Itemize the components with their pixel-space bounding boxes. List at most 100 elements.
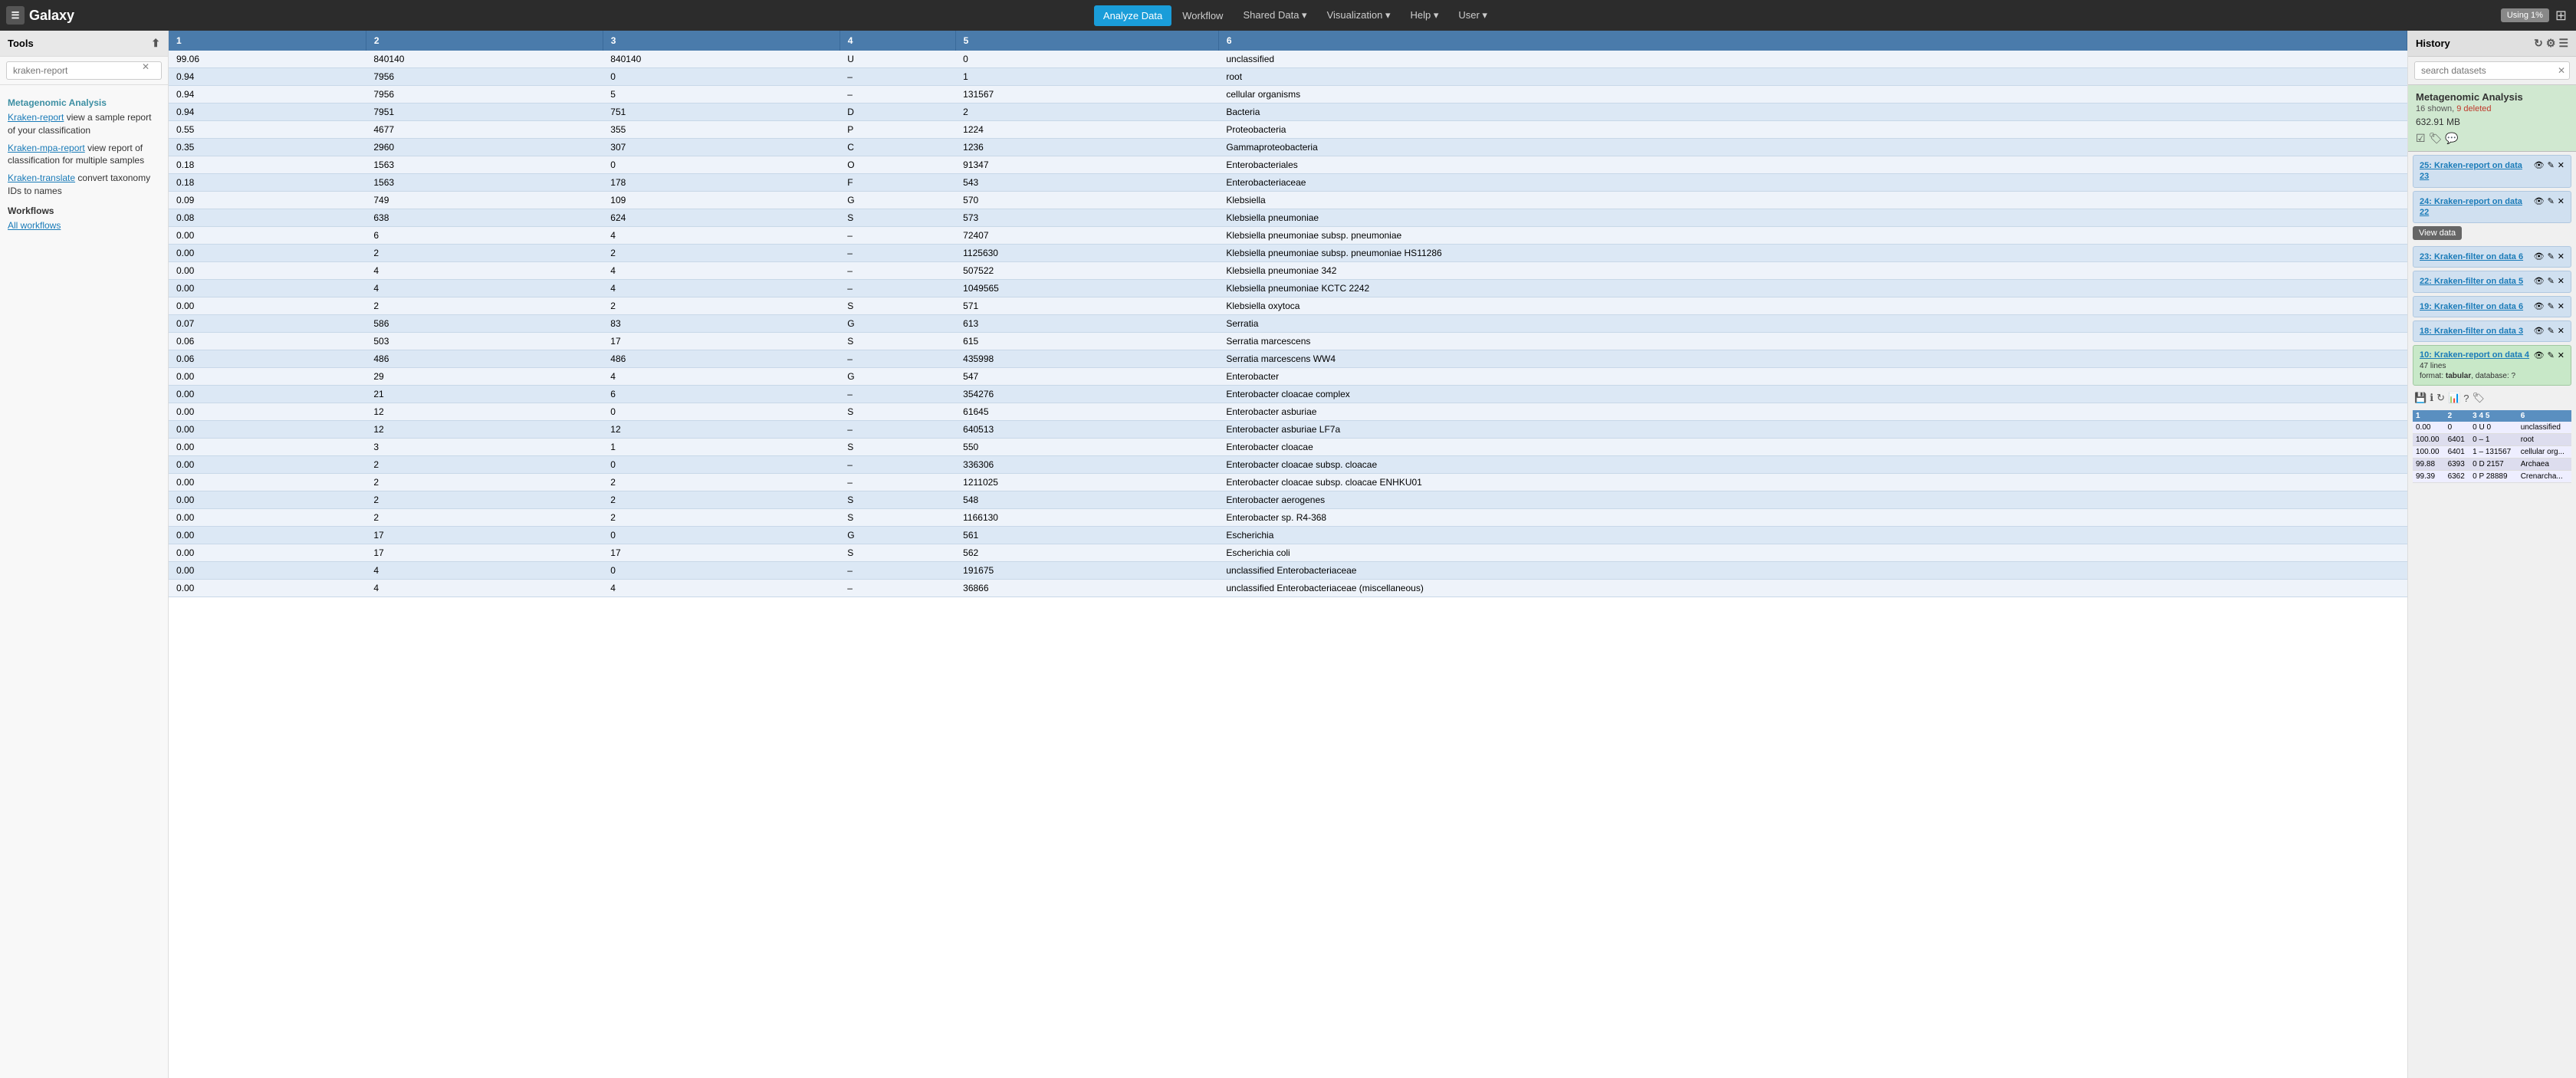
history-size: 632.91 MB (2416, 117, 2568, 127)
nav-item-shared-data[interactable]: Shared Data ▾ (1234, 5, 1316, 26)
hist-delete-icon-23[interactable]: ✕ (2558, 251, 2564, 261)
history-tag-icon[interactable]: 🏷 (2429, 132, 2443, 145)
table-cell-26-1: 2 (366, 509, 603, 527)
hist-delete-icon-25[interactable]: ✕ (2558, 160, 2564, 170)
table-row[interactable]: 0.08638624S573Klebsiella pneumoniae (169, 209, 2407, 227)
hist-title-25[interactable]: 25: Kraken-report on data 23 (2420, 161, 2522, 181)
hist-eye-icon-22[interactable]: 👁 (2534, 276, 2545, 286)
history-items: 👁 ✎ ✕ 25: Kraken-report on data 23 👁 ✎ ✕… (2408, 152, 2576, 486)
hist-mini-table: 123 4 560.0000 U 0unclassified100.006401… (2413, 410, 2571, 483)
kraken-mpa-report-link[interactable]: Kraken-mpa-report (8, 143, 85, 153)
table-row[interactable]: 0.0022–1125630Klebsiella pneumoniae subs… (169, 245, 2407, 262)
table-row[interactable]: 0.0022–1211025Enterobacter cloacae subsp… (169, 474, 2407, 491)
hist-eye-icon-24[interactable]: 👁 (2534, 196, 2545, 206)
table-row[interactable]: 0.9479565–131567cellular organisms (169, 86, 2407, 104)
table-row[interactable]: 0.0064–72407Klebsiella pneumoniae subsp.… (169, 227, 2407, 245)
table-row[interactable]: 0.352960307C1236Gammaproteobacteria (169, 139, 2407, 156)
hist-eye-icon-19[interactable]: 👁 (2534, 301, 2545, 311)
table-row[interactable]: 0.001212–640513Enterobacter asburiae LF7… (169, 421, 2407, 439)
tools-search-input[interactable] (6, 61, 162, 80)
table-row[interactable]: 0.0022S548Enterobacter aerogenes (169, 491, 2407, 509)
table-row[interactable]: 0.947951751D2Bacteria (169, 104, 2407, 121)
table-row[interactable]: 0.0044–1049565Klebsiella pneumoniae KCTC… (169, 280, 2407, 297)
hist-edit-icon-19[interactable]: ✎ (2548, 301, 2555, 311)
history-settings-icon[interactable]: ⚙ (2546, 37, 2556, 50)
table-row[interactable]: 0.06486486–435998Serratia marcescens WW4 (169, 350, 2407, 368)
table-cell-4-1: 4677 (366, 121, 603, 139)
table-row[interactable]: 99.06840140840140U0unclassified (169, 51, 2407, 68)
hist-eye-icon-18[interactable]: 👁 (2534, 326, 2545, 336)
hist-delete-icon-24[interactable]: ✕ (2558, 196, 2564, 206)
hist-title-24[interactable]: 24: Kraken-report on data 22 (2420, 197, 2522, 217)
hist-action-icon-10-1[interactable]: ℹ (2430, 392, 2433, 404)
hist-eye-icon-25[interactable]: 👁 (2534, 160, 2545, 170)
nav-item-analyze-data[interactable]: Analyze Data (1094, 5, 1171, 26)
nav-item-visualization[interactable]: Visualization ▾ (1318, 5, 1400, 26)
search-clear-icon[interactable]: ✕ (142, 61, 150, 72)
history-columns-icon[interactable]: ☰ (2558, 37, 2568, 50)
nav-item-workflow[interactable]: Workflow (1173, 5, 1232, 26)
nav-right: Using 1% ⊞ (2501, 5, 2570, 27)
hist-delete-icon-19[interactable]: ✕ (2558, 301, 2564, 311)
nav-item-user[interactable]: User ▾ (1449, 5, 1497, 26)
table-row[interactable]: 0.001717S562Escherichia coli (169, 544, 2407, 562)
hist-edit-icon-10[interactable]: ✎ (2548, 350, 2555, 360)
hist-action-icon-10-2[interactable]: ↻ (2436, 392, 2445, 404)
history-deleted-link[interactable]: 9 deleted (2456, 104, 2491, 113)
apps-icon[interactable]: ⊞ (2552, 5, 2570, 27)
table-row[interactable]: 0.181563178F543Enterobacteriaceae (169, 174, 2407, 192)
all-workflows-link[interactable]: All workflows (8, 220, 61, 231)
hist-action-icon-10-4[interactable]: ? (2463, 393, 2469, 404)
hist-title-23[interactable]: 23: Kraken-filter on data 6 (2420, 252, 2523, 261)
table-row[interactable]: 0.554677355P1224Proteobacteria (169, 121, 2407, 139)
table-row[interactable]: 0.00120S61645Enterobacter asburiae (169, 403, 2407, 421)
table-row[interactable]: 0.0022S1166130Enterobacter sp. R4-368 (169, 509, 2407, 527)
table-row[interactable]: 0.00216–354276Enterobacter cloacae compl… (169, 386, 2407, 403)
hist-title-18[interactable]: 18: Kraken-filter on data 3 (2420, 327, 2523, 336)
hist-action-icon-10-0[interactable]: 💾 (2414, 392, 2426, 404)
table-row[interactable]: 0.09749109G570Klebsiella (169, 192, 2407, 209)
table-row[interactable]: 0.9479560–1root (169, 68, 2407, 86)
nav-item-help[interactable]: Help ▾ (1401, 5, 1447, 26)
table-row[interactable]: 0.00170G561Escherichia (169, 527, 2407, 544)
table-cell-27-5: Escherichia (1218, 527, 2407, 544)
hist-tag-icon-10[interactable]: 🏷 (2472, 392, 2485, 404)
hist-eye-icon-10[interactable]: 👁 (2534, 350, 2545, 360)
hist-edit-icon-23[interactable]: ✎ (2548, 251, 2555, 261)
hist-title-10[interactable]: 10: Kraken-report on data 4 (2420, 350, 2529, 360)
hist-title-19[interactable]: 19: Kraken-filter on data 6 (2420, 302, 2523, 311)
kraken-translate-link[interactable]: Kraken-translate (8, 173, 75, 183)
table-row[interactable]: 0.0758683G613Serratia (169, 315, 2407, 333)
table-cell-9-4: 573 (955, 209, 1218, 227)
hist-delete-icon-18[interactable]: ✕ (2558, 326, 2564, 336)
kraken-report-link[interactable]: Kraken-report (8, 112, 64, 123)
hist-title-22[interactable]: 22: Kraken-filter on data 5 (2420, 277, 2523, 286)
table-row[interactable]: 0.0040–191675unclassified Enterobacteria… (169, 562, 2407, 580)
table-row[interactable]: 0.0020–336306Enterobacter cloacae subsp.… (169, 456, 2407, 474)
brand-logo[interactable]: ☰ Galaxy (6, 6, 74, 25)
history-refresh-icon[interactable]: ↻ (2534, 37, 2543, 50)
history-checkbox-icon[interactable]: ☑ (2416, 132, 2426, 145)
hist-delete-icon-22[interactable]: ✕ (2558, 276, 2564, 286)
hist-eye-icon-23[interactable]: 👁 (2534, 251, 2545, 261)
table-row[interactable]: 0.0031S550Enterobacter cloacae (169, 439, 2407, 456)
hist-edit-icon-25[interactable]: ✎ (2548, 160, 2555, 170)
table-row[interactable]: 0.0650317S615Serratia marcescens (169, 333, 2407, 350)
hist-edit-icon-24[interactable]: ✎ (2548, 196, 2555, 206)
table-row[interactable]: 0.0044–507522Klebsiella pneumoniae 342 (169, 262, 2407, 280)
table-row[interactable]: 0.00294G547Enterobacter (169, 368, 2407, 386)
hist-edit-icon-22[interactable]: ✎ (2548, 276, 2555, 286)
history-search-clear-icon[interactable]: ✕ (2558, 65, 2565, 76)
mini-col-1: 1 (2413, 410, 2445, 422)
table-row[interactable]: 0.0022S571Klebsiella oxytoca (169, 297, 2407, 315)
hist-delete-icon-10[interactable]: ✕ (2558, 350, 2564, 360)
upload-icon[interactable]: ⬆ (151, 37, 160, 50)
history-comment-icon[interactable]: 💬 (2445, 132, 2458, 145)
table-row[interactable]: 0.1815630O91347Enterobacteriales (169, 156, 2407, 174)
hist-action-icon-10-3[interactable]: 📊 (2448, 392, 2460, 404)
table-cell-27-1: 17 (366, 527, 603, 544)
hist-actions-18: 👁 ✎ ✕ (2534, 326, 2564, 336)
history-search-input[interactable] (2414, 61, 2570, 80)
hist-edit-icon-18[interactable]: ✎ (2548, 326, 2555, 336)
table-row[interactable]: 0.0044–36866unclassified Enterobacteriac… (169, 580, 2407, 597)
